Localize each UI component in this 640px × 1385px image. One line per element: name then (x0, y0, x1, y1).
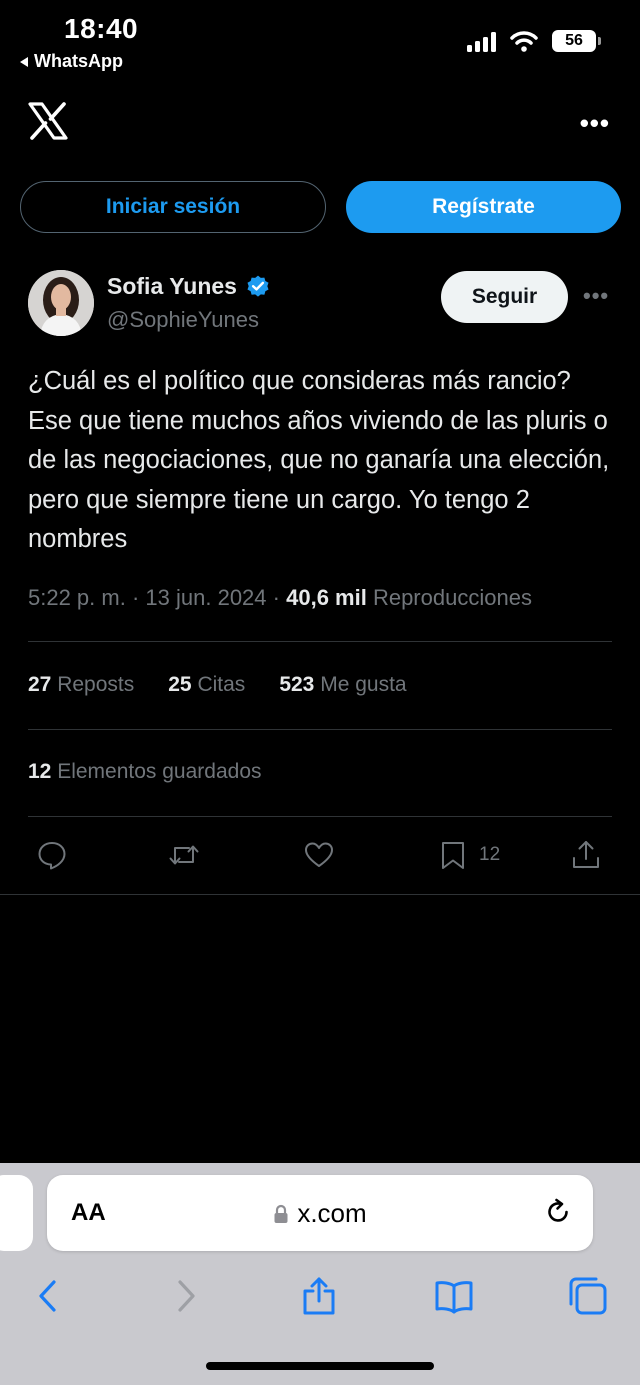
lock-icon (274, 1204, 288, 1223)
likes-count: 523 (279, 673, 315, 696)
bookmarks-button[interactable] (434, 1276, 474, 1316)
signup-button[interactable]: Regístrate (346, 181, 621, 233)
tweet-more-icon[interactable]: ••• (583, 283, 609, 309)
bookmark-icon (442, 842, 464, 869)
divider (0, 894, 640, 895)
book-icon (435, 1281, 473, 1314)
back-to-app-link[interactable]: WhatsApp (20, 51, 123, 72)
quotes-label: Citas (197, 673, 246, 696)
address-bar[interactable]: AA x.com (47, 1175, 593, 1251)
tweet-time[interactable]: 5:22 p. m. (28, 585, 126, 610)
bookmark-button[interactable]: 12 (437, 839, 500, 871)
reply-button[interactable] (36, 839, 68, 871)
author-handle[interactable]: @SophieYunes (107, 307, 259, 333)
reposts-count: 27 (28, 673, 52, 696)
status-icons: 56 (467, 30, 601, 52)
tweet-meta: 5:22 p. m. · 13 jun. 2024 · 40,6 mil Rep… (28, 585, 532, 610)
forward-button[interactable] (166, 1276, 206, 1316)
views-count: 40,6 mil (286, 585, 367, 610)
bookmarks-label: Elementos guardados (57, 760, 262, 783)
reposts-label: Reposts (57, 673, 135, 696)
share-icon (573, 841, 599, 868)
follow-button[interactable]: Seguir (441, 271, 568, 323)
bookmarks-count: 12 (28, 760, 52, 783)
reposts-stat[interactable]: 27 Reposts (28, 673, 134, 697)
chevron-left-icon (39, 1280, 56, 1312)
repost-icon (169, 845, 199, 865)
back-button[interactable] (28, 1276, 68, 1316)
back-app-label: WhatsApp (34, 51, 123, 71)
safari-toolbar: AA x.com (0, 1163, 640, 1385)
heart-icon (305, 842, 333, 867)
bookmark-action-count: 12 (479, 844, 501, 865)
share-button[interactable] (570, 839, 602, 871)
likes-label: Me gusta (320, 673, 407, 696)
author-name-text: Sofia Yunes (107, 273, 237, 299)
login-button[interactable]: Iniciar sesión (20, 181, 326, 233)
likes-stat[interactable]: 523 Me gusta (279, 673, 406, 697)
share-sheet-button[interactable] (299, 1276, 339, 1316)
repost-button[interactable] (168, 839, 200, 871)
quotes-count: 25 (168, 673, 192, 696)
previous-tab-preview[interactable] (0, 1175, 33, 1251)
like-button[interactable] (303, 839, 335, 871)
reload-icon[interactable] (543, 1197, 573, 1227)
divider (28, 816, 612, 817)
tweet-date[interactable]: 13 jun. 2024 (145, 585, 266, 610)
browser-nav-bar (0, 1268, 640, 1318)
url-text: x.com (297, 1198, 367, 1228)
share-icon (303, 1277, 335, 1315)
quotes-stat[interactable]: 25 Citas (168, 673, 245, 697)
author-name[interactable]: Sofia Yunes (107, 273, 271, 300)
tabs-icon (569, 1277, 607, 1315)
bookmarks-stat: 12 Elementos guardados (28, 760, 262, 784)
divider (28, 729, 612, 730)
back-triangle-icon (20, 56, 28, 67)
x-logo[interactable] (28, 102, 68, 140)
reply-icon (38, 842, 66, 870)
chevron-right-icon (178, 1280, 195, 1312)
verified-badge-icon (247, 275, 269, 297)
divider (28, 641, 612, 642)
url-display[interactable]: x.com (47, 1198, 593, 1229)
battery-indicator: 56 (552, 30, 601, 52)
tweet-action-bar: 12 (0, 835, 640, 879)
avatar[interactable] (28, 270, 94, 336)
tabs-button[interactable] (568, 1276, 608, 1316)
home-indicator (206, 1362, 434, 1370)
wifi-icon (510, 31, 538, 52)
views-label: Reproducciones (372, 585, 532, 610)
tweet-stats: 27 Reposts 25 Citas 523 Me gusta (28, 673, 407, 697)
more-horizontal-icon[interactable]: ••• (580, 108, 610, 139)
tweet-text: ¿Cuál es el político que consideras más … (28, 367, 610, 553)
status-time: 18:40 (64, 13, 139, 44)
cellular-signal-icon (467, 32, 496, 52)
